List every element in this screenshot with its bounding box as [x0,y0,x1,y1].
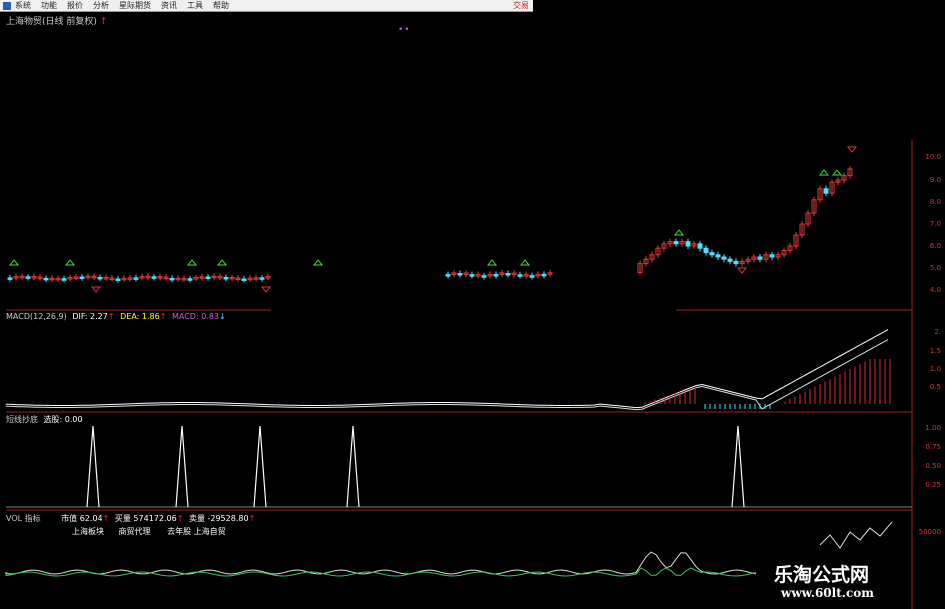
buy-arrow-icon [216,259,228,266]
signal-tick: 1.00 [925,424,941,432]
sell-arrow-icon [846,146,858,153]
candle-body [445,274,451,277]
candle-body [43,277,49,281]
buy-arrow-icon [818,169,830,176]
candle-body [493,273,499,277]
signal-spike [175,425,189,508]
candle-body [529,275,535,278]
candle-body [7,277,13,280]
candle-body [715,254,721,258]
candle-body [769,254,775,258]
buy-arrow-icon [8,259,20,266]
vol-line-a [5,551,757,575]
vol-line-c [819,521,893,549]
price-tick: 9.0 [929,176,941,184]
buy-arrow-icon [312,259,324,266]
candle-body [709,252,715,256]
candle-body [733,260,739,265]
buy-arrow-icon [519,259,531,266]
buy-arrow-icon [64,259,76,266]
candle-body [97,276,103,280]
macd-tick: 0.5 [929,383,941,391]
price-tick: 6.0 [929,242,941,250]
macd-tick: 1.0 [929,365,941,373]
sell-arrow-icon [90,286,102,293]
price-tick: 7.0 [929,220,941,228]
candle-body [685,241,691,247]
vol-tick: 50000 [918,528,941,536]
buy-arrow-icon [831,169,843,176]
candle-body [241,278,247,281]
signal-spike [86,425,100,508]
candle-body [457,273,463,276]
macd-label: MACD(12,26,9) DIF: 2.27↑ DEA: 1.86↑ MACD… [6,312,226,321]
signal-tick: 0.25 [925,481,941,489]
vol-line-b [5,567,757,577]
price-tick: 4.0 [929,286,941,294]
price-tick: 8.0 [929,198,941,206]
candle-body [169,277,175,281]
candle-body [115,278,121,281]
candle-body [259,277,265,280]
candle-body [25,276,31,279]
candle-body [205,276,211,280]
macd-tick: 1.5 [929,347,941,355]
candle-body [187,278,193,281]
candle-body [541,273,547,277]
vol-tags: 上海板块 商贸代理 去年股 上海自贸 [72,527,226,536]
candle-body [697,243,703,249]
candle-body [151,276,157,279]
watermark-title: 乐淘公式网 [774,564,870,586]
candle-body [505,273,511,276]
signal-tick: 0.75 [925,443,941,451]
dif-line [5,329,889,409]
candle-body [517,274,523,277]
buy-arrow-icon [486,259,498,266]
candle-body [673,241,679,245]
sell-arrow-icon [736,267,748,274]
buy-arrow-icon [673,229,685,236]
signal-spike [253,425,267,508]
candle-body [481,275,487,278]
signal-label: 短线抄底 选股: 0.00 [6,415,83,424]
candle-body [721,256,727,260]
vol-label: VOL 指标 市值 62.04↑ 买量 574172.06↑ 卖量 -29528… [6,514,256,523]
candle-body [133,277,139,280]
candle-body [727,258,733,262]
candle-body [469,274,475,277]
signal-spike [731,425,745,508]
candle-body [61,278,67,281]
watermark-url: www.60lt.com [781,586,874,600]
candle-body [757,256,763,260]
candle-body [703,247,709,254]
candle-body [223,276,229,280]
sell-arrow-icon [260,286,272,293]
candle-body [79,276,85,280]
macd-tick: 2. [934,328,941,336]
dea-line [5,339,889,411]
price-tick: 10.0 [925,153,941,161]
buy-arrow-icon [186,259,198,266]
signal-tick: 0.50 [925,462,941,470]
candle-body [823,188,829,194]
price-tick: 5.0 [929,264,941,272]
signal-spike [346,425,360,508]
